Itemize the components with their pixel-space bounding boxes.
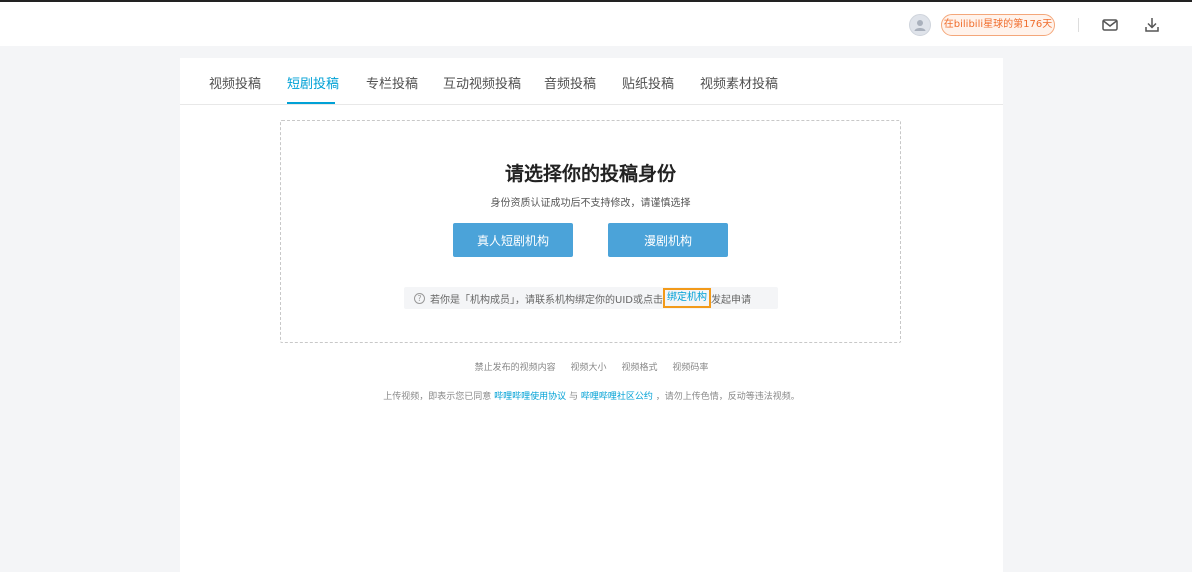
identity-title: 请选择你的投稿身份 (504, 163, 676, 185)
upload-agreement-note: 上传视频，即表示您已同意 哔哩哔哩使用协议 与 哔哩哔哩社区公约 ，请勿上传色情… (180, 389, 1003, 402)
video-size-link[interactable]: 视频大小 (571, 363, 607, 373)
upload-card: 视频投稿 短剧投稿 专栏投稿 互动视频投稿 音频投稿 贴纸投稿 视频素材投稿 请… (180, 58, 1003, 572)
download-icon[interactable] (1142, 15, 1162, 35)
days-badge: 在bilibili星球的第176天 (941, 14, 1055, 36)
tab-column-upload[interactable]: 专栏投稿 (366, 73, 418, 92)
tab-video-upload[interactable]: 视频投稿 (209, 73, 261, 92)
video-format-link[interactable]: 视频格式 (621, 363, 657, 373)
user-agreement-link[interactable]: 哔哩哔哩使用协议 (494, 392, 566, 402)
avatar-icon (914, 20, 926, 31)
header-divider (1078, 18, 1079, 32)
tab-sticker-upload[interactable]: 贴纸投稿 (622, 73, 674, 92)
community-rules-link[interactable]: 哔哩哔哩社区公约 (581, 392, 653, 402)
hint-text-after: 发起申请 (710, 294, 751, 306)
anime-drama-org-button[interactable]: 漫剧机构 (608, 223, 728, 257)
user-avatar[interactable] (909, 14, 931, 36)
top-navigation-bar: 在bilibili星球的第176天 (0, 0, 1192, 46)
bind-org-link[interactable]: 绑定机构 (662, 288, 711, 308)
hint-text-before: 若你是「机构成员」，请联系机构绑定你的UID或点击 (430, 294, 663, 306)
upload-type-tabs: 视频投稿 短剧投稿 专栏投稿 互动视频投稿 音频投稿 贴纸投稿 视频素材投稿 (180, 58, 1003, 105)
live-action-drama-org-button[interactable]: 真人短剧机构 (453, 223, 573, 257)
prohibited-content-link[interactable]: 禁止发布的视频内容 (475, 363, 556, 373)
tab-audio-upload[interactable]: 音频投稿 (544, 73, 596, 92)
upload-rules-links: 禁止发布的视频内容 视频大小 视频格式 视频码率 (180, 360, 1003, 373)
identity-subtitle: 身份资质认证成功后不支持修改，请谨慎选择 (490, 198, 691, 209)
video-bitrate-link[interactable]: 视频码率 (672, 363, 708, 373)
tab-interactive-video-upload[interactable]: 互动视频投稿 (443, 73, 521, 92)
mail-icon[interactable] (1100, 15, 1120, 35)
active-tab-indicator (287, 102, 335, 104)
tab-video-material-upload[interactable]: 视频素材投稿 (700, 73, 778, 92)
note-and: 与 (568, 392, 578, 402)
tab-short-drama-upload[interactable]: 短剧投稿 (287, 73, 339, 92)
note-suffix: ，请勿上传色情，反动等违法视频。 (655, 392, 800, 402)
question-icon: ? (414, 292, 425, 304)
org-member-hint: ? 若你是「机构成员」，请联系机构绑定你的UID或点击 绑定机构 发起申请 (404, 287, 778, 309)
note-prefix: 上传视频，即表示您已同意 (383, 392, 492, 402)
identity-selection-panel: 请选择你的投稿身份 身份资质认证成功后不支持修改，请谨慎选择 真人短剧机构 漫剧… (280, 120, 901, 343)
